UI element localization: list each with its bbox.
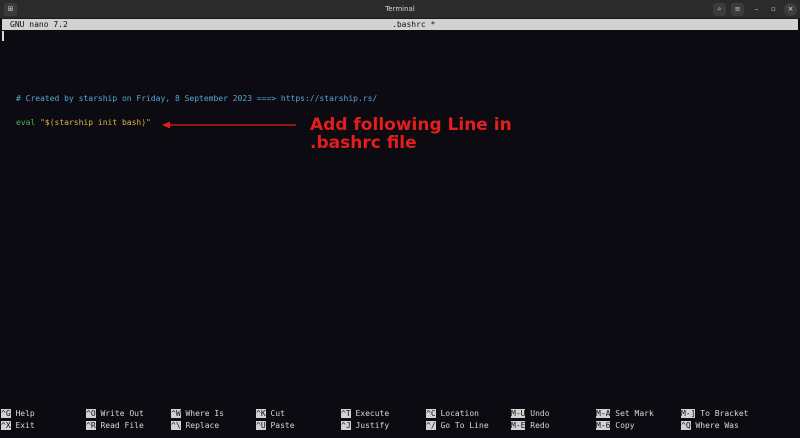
shortcut-label: Where Is xyxy=(185,409,224,418)
shortcut-label: Undo xyxy=(530,409,550,418)
shortcut-key: M-E xyxy=(511,421,526,430)
shortcut-label: Cut xyxy=(270,409,285,418)
close-icon[interactable]: × xyxy=(784,3,797,16)
shortcut-redo[interactable]: M-E Redo xyxy=(511,420,550,431)
shortcut-label: Justify xyxy=(355,421,390,430)
shortcut-key: M-] xyxy=(681,409,696,418)
shortcut-key: M-U xyxy=(511,409,526,418)
shortcut-go-to-line[interactable]: ^/ Go To Line xyxy=(426,420,489,431)
shortcut-copy[interactable]: M-6 Copy xyxy=(596,420,635,431)
shortcut-undo[interactable]: M-U Undo xyxy=(511,408,550,419)
annotation-text: Add following Line in .bashrc file xyxy=(310,116,512,152)
shortcut-key: ^R xyxy=(86,421,96,430)
shortcut-key: ^J xyxy=(341,421,351,430)
shortcut-key: ^U xyxy=(256,421,266,430)
shortcut-key: ^O xyxy=(86,409,96,418)
search-icon[interactable]: ⌕ xyxy=(713,3,726,16)
shortcut-label: Help xyxy=(15,409,35,418)
shortcut-label: Execute xyxy=(355,409,390,418)
shortcut-label: Replace xyxy=(185,421,220,430)
shortcut-label: To Bracket xyxy=(700,409,749,418)
shortcut-key: ^C xyxy=(426,409,436,418)
shortcut-key: ^K xyxy=(256,409,266,418)
shortcut-label: Set Mark xyxy=(615,409,654,418)
shortcut-key: ^G xyxy=(1,409,11,418)
shortcut-key: M-A xyxy=(596,409,611,418)
comment-line: # Created by starship on Friday, 8 Septe… xyxy=(16,94,378,103)
shortcut-key: ^/ xyxy=(426,421,436,430)
shortcut-help[interactable]: ^G Help xyxy=(1,408,35,419)
annotation-arrow xyxy=(162,121,296,129)
shortcut-exit[interactable]: ^X Exit xyxy=(1,420,35,431)
annotation-line-2: .bashrc file xyxy=(310,133,417,153)
shortcut-label: Go To Line xyxy=(440,421,489,430)
shortcut-justify[interactable]: ^J Justify xyxy=(341,420,389,431)
annotation-line-1: Add following Line in xyxy=(310,115,512,135)
shortcut-where-was[interactable]: ^Q Where Was xyxy=(681,420,739,431)
shortcut-label: Location xyxy=(440,409,479,418)
shortcut-label: Write Out xyxy=(100,409,144,418)
shortcut-label: Where Was xyxy=(695,421,739,430)
shortcut-label: Read File xyxy=(100,421,144,430)
shortcut-label: Copy xyxy=(615,421,635,430)
maximize-icon[interactable]: ▫ xyxy=(767,3,780,16)
text-cursor xyxy=(2,31,4,41)
shortcut-key: ^T xyxy=(341,409,351,418)
shortcut-bar: ^G Help ^X Exit ^O Write Out ^R Read Fil… xyxy=(0,405,800,435)
shortcut-write-out[interactable]: ^O Write Out xyxy=(86,408,144,419)
shortcut-label: Redo xyxy=(530,421,550,430)
eval-line: eval "$(starship init bash)" xyxy=(16,117,151,128)
shortcut-label: Paste xyxy=(270,421,295,430)
window-titlebar: ⊞ Terminal ⌕ ≡ – ▫ × xyxy=(0,0,800,19)
shortcut-read-file[interactable]: ^R Read File xyxy=(86,420,144,431)
shortcut-set-mark[interactable]: M-A Set Mark xyxy=(596,408,654,419)
menu-icon[interactable]: ≡ xyxy=(731,3,744,16)
shortcut-where-is[interactable]: ^W Where Is xyxy=(171,408,224,419)
shortcut-paste[interactable]: ^U Paste xyxy=(256,420,295,431)
shortcut-key: ^X xyxy=(1,421,11,430)
nano-version: GNU nano 7.2 xyxy=(10,20,68,29)
shortcut-to-bracket[interactable]: M-] To Bracket xyxy=(681,408,748,419)
shortcut-replace[interactable]: ^\ Replace xyxy=(171,420,219,431)
shortcut-label: Exit xyxy=(15,421,35,430)
window-title: Terminal xyxy=(385,5,415,13)
minimize-icon[interactable]: – xyxy=(750,3,763,16)
file-name: .bashrc * xyxy=(392,20,436,29)
shortcut-location[interactable]: ^C Location xyxy=(426,408,479,419)
eval-argument: "$(starship init bash)" xyxy=(40,118,151,127)
shortcut-cut[interactable]: ^K Cut xyxy=(256,408,285,419)
shortcut-key: ^W xyxy=(171,409,181,418)
shortcut-key: ^Q xyxy=(681,421,691,430)
shortcut-key: M-6 xyxy=(596,421,611,430)
nano-header-bar: GNU nano 7.2 .bashrc * xyxy=(2,19,798,30)
shortcut-execute[interactable]: ^T Execute xyxy=(341,408,389,419)
shortcut-key: ^\ xyxy=(171,421,181,430)
eval-keyword: eval xyxy=(16,118,36,127)
